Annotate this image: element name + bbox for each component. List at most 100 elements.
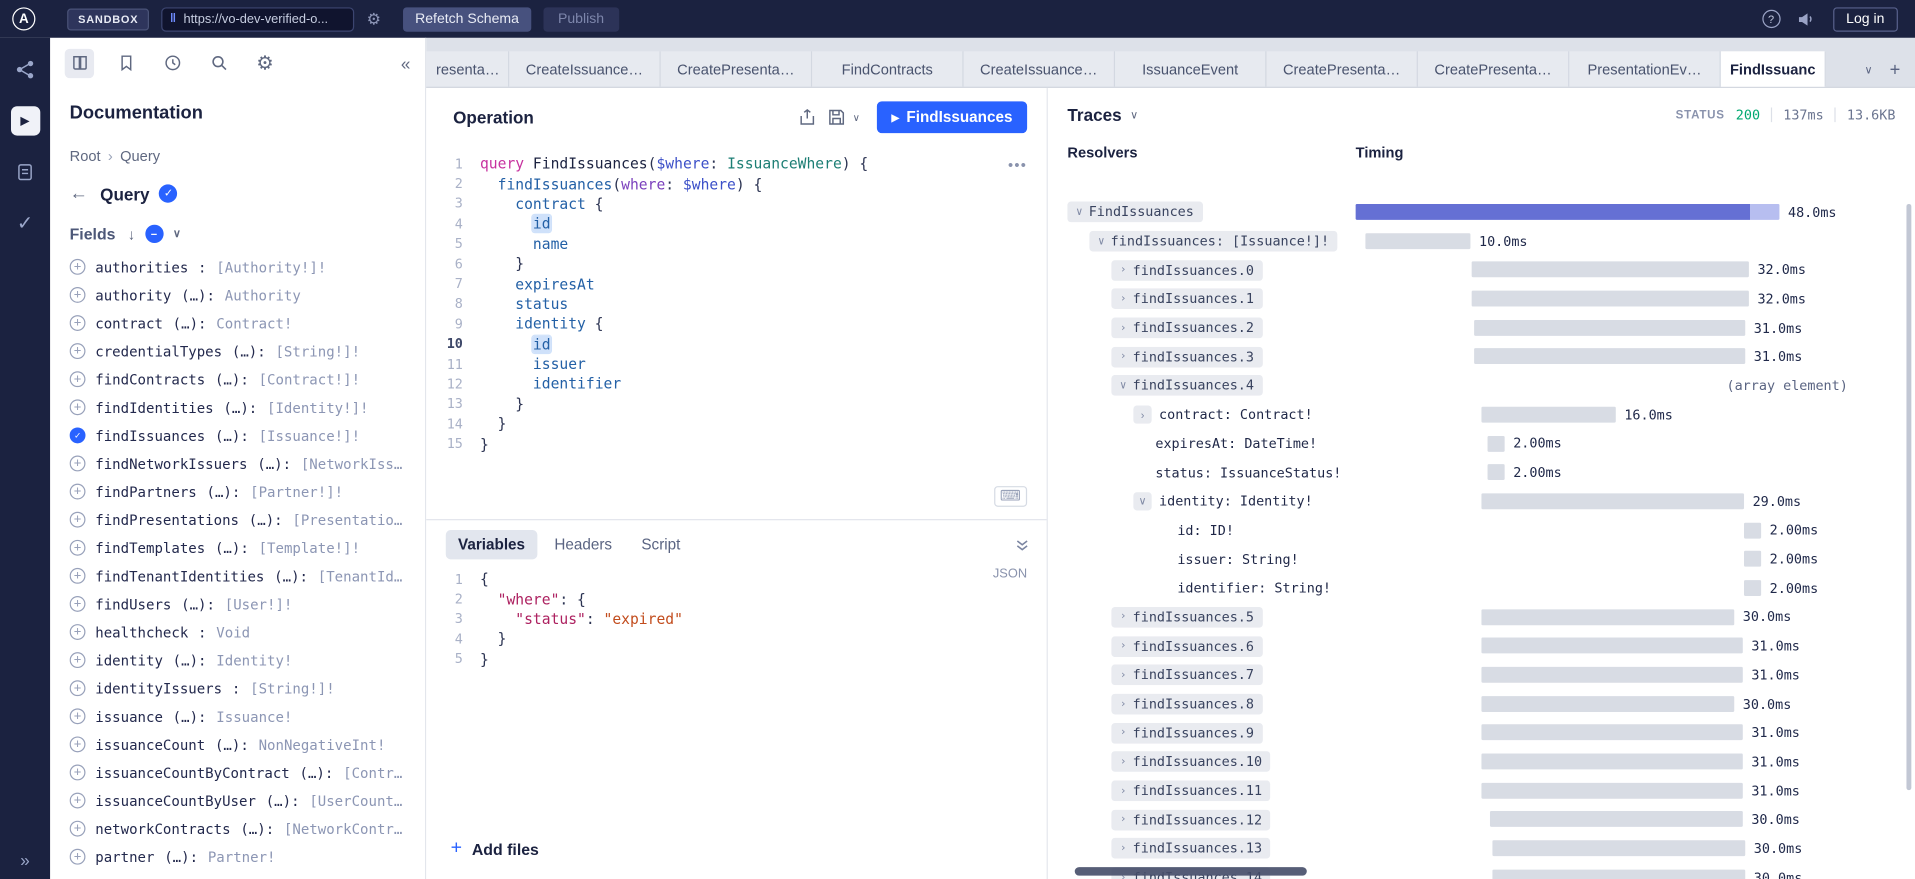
expander-icon[interactable]: ∨ [1133,492,1151,510]
add-field-icon[interactable]: + [70,708,86,724]
field-row-findNetworkIssuers[interactable]: +findNetworkIssuers(…): [NetworkIss… [70,449,406,477]
trace-row[interactable]: ›findIssuances.1031.0ms [1048,748,1915,777]
back-icon[interactable]: ← [70,183,88,204]
tab-1[interactable]: CreateIssuance… [509,51,660,86]
expander-icon[interactable]: › [1120,698,1127,710]
login-button[interactable]: Log in [1833,7,1898,31]
save-menu-chevron-icon[interactable]: ∨ [853,112,860,123]
trace-row[interactable]: identifier: String!2.00ms [1048,574,1915,603]
tab-5[interactable]: IssuanceEvent [1115,51,1266,86]
expander-icon[interactable]: › [1120,611,1127,623]
trace-row[interactable]: ›findIssuances.1230.0ms [1048,805,1915,834]
type-selected-badge[interactable]: ✓ [159,184,177,202]
field-row-identityIssuers[interactable]: +identityIssuers: [String!]! [70,674,406,702]
field-row-findIssuances[interactable]: ✓findIssuances(…): [Issuance!]! [70,421,406,449]
field-row-findContracts[interactable]: +findContracts(…): [Contract!]! [70,365,406,393]
collapse-panel-icon[interactable]: « [401,53,411,73]
tab-3[interactable]: FindContracts [812,51,963,86]
add-field-icon[interactable]: + [70,624,86,640]
add-field-icon[interactable]: + [70,287,86,303]
tab-headers[interactable]: Headers [542,530,624,559]
field-row-partner[interactable]: +partner(…): Partner! [70,843,406,871]
add-field-icon[interactable]: + [70,315,86,331]
trace-row[interactable]: ∨identity: Identity!29.0ms [1048,487,1915,516]
add-field-icon[interactable]: + [70,540,86,556]
trace-row[interactable]: ∨findIssuances.4(array element) [1048,371,1915,400]
field-row-contract[interactable]: +contract(…): Contract! [70,309,406,337]
checks-icon[interactable]: ✓ [10,209,39,238]
resolver-pill[interactable]: ∨findIssuances.4 [1111,376,1262,397]
resolver-pill[interactable]: ›findIssuances.10 [1111,752,1270,773]
trace-row[interactable]: id: ID!2.00ms [1048,516,1915,545]
add-field-icon[interactable]: + [70,849,86,865]
expander-icon[interactable]: › [1120,756,1127,768]
breadcrumb-root[interactable]: Root [70,148,101,165]
add-field-icon[interactable]: + [70,680,86,696]
keyboard-shortcuts-icon[interactable]: ⌨ [994,486,1027,507]
collapse-section-icon[interactable] [1015,537,1030,552]
tab-script[interactable]: Script [629,530,692,559]
refetch-schema-button[interactable]: Refetch Schema [403,7,531,31]
trace-row[interactable]: ›findIssuances.1131.0ms [1048,776,1915,805]
operation-editor[interactable]: 1query FindIssuances($where: IssuanceWhe… [426,147,1046,519]
field-row-healthcheck[interactable]: +healthcheck: Void [70,618,406,646]
resolver-pill[interactable]: ›findIssuances.12 [1111,809,1270,830]
documentation-icon[interactable] [65,48,94,77]
trace-row[interactable]: ∨findIssuances: [Issuance!]!10.0ms [1048,227,1915,256]
resolver-pill[interactable]: ∨FindIssuances [1067,202,1202,223]
tab-6[interactable]: CreatePresenta… [1266,51,1417,86]
trace-row[interactable]: ›findIssuances.1330.0ms [1048,834,1915,863]
trace-row[interactable]: status: IssuanceStatus!2.00ms [1048,458,1915,487]
field-row-findTenantIdentities[interactable]: +findTenantIdentities(…): [TenantId… [70,562,406,590]
add-field-icon[interactable]: + [70,399,86,415]
history-icon[interactable] [158,48,187,77]
resolver-pill[interactable]: ›findIssuances.6 [1111,636,1262,657]
trace-row[interactable]: ∨FindIssuances48.0ms [1048,198,1915,227]
expander-icon[interactable]: › [1120,814,1127,826]
add-files-button[interactable]: + Add files [426,838,1046,879]
add-field-icon[interactable]: + [70,765,86,781]
trace-row[interactable]: ›findIssuances.231.0ms [1048,314,1915,343]
field-row-identity[interactable]: +identity(…): Identity! [70,646,406,674]
tab-4[interactable]: CreateIssuance… [964,51,1115,86]
add-field-icon[interactable]: + [70,821,86,837]
megaphone-icon[interactable] [1797,11,1815,27]
expander-icon[interactable]: ∨ [1120,380,1127,392]
tab-0[interactable]: resenta… [426,51,509,86]
add-field-icon[interactable]: + [70,371,86,387]
run-operation-button[interactable]: ▶ FindIssuances [877,101,1027,133]
endpoint-url-input[interactable]: ‖ https://vo-dev-verified-o... [161,7,354,31]
field-row-findTemplates[interactable]: +findTemplates(…): [Template!]! [70,534,406,562]
horizontal-scrollbar[interactable] [1075,867,1307,876]
add-field-icon[interactable]: + [70,568,86,584]
resolver-pill[interactable]: ›findIssuances.13 [1111,838,1270,859]
trace-row[interactable]: ›findIssuances.032.0ms [1048,256,1915,285]
help-icon[interactable]: ? [1762,10,1780,28]
tab-7[interactable]: CreatePresenta… [1418,51,1569,86]
expander-icon[interactable]: › [1120,264,1127,276]
expander-icon[interactable]: › [1120,640,1127,652]
expander-icon[interactable]: › [1120,293,1127,305]
tab-variables[interactable]: Variables [446,530,537,559]
apollo-logo[interactable]: A [12,7,35,30]
tab-9[interactable]: FindIssuanc [1721,51,1826,86]
resolver-pill[interactable]: ∨findIssuances: [Issuance!]! [1089,231,1337,252]
expander-icon[interactable]: › [1120,727,1127,739]
field-row-authority[interactable]: +authority(…): Authority [70,281,406,309]
trace-row[interactable]: ›findIssuances.530.0ms [1048,603,1915,632]
field-row-findUsers[interactable]: +findUsers(…): [User!]! [70,590,406,618]
add-field-icon[interactable]: + [70,736,86,752]
field-row-findPresentations[interactable]: +findPresentations(…): [Presentatio… [70,506,406,534]
resolver-pill[interactable]: ›findIssuances.1 [1111,289,1262,310]
tab-2[interactable]: CreatePresenta… [661,51,812,86]
trace-row[interactable]: ›findIssuances.331.0ms [1048,342,1915,371]
field-selected-icon[interactable]: ✓ [70,427,86,443]
resolver-pill[interactable]: ›findIssuances.9 [1111,723,1262,744]
field-row-issuanceCount[interactable]: +issuanceCount(…): NonNegativeInt! [70,730,406,758]
trace-row[interactable]: ›findIssuances.931.0ms [1048,719,1915,748]
share-icon[interactable] [799,109,816,126]
schema-graph-icon[interactable] [10,55,39,84]
add-field-icon[interactable]: + [70,456,86,472]
add-field-icon[interactable]: + [70,259,86,275]
field-row-credentialTypes[interactable]: +credentialTypes(…): [String!]! [70,337,406,365]
